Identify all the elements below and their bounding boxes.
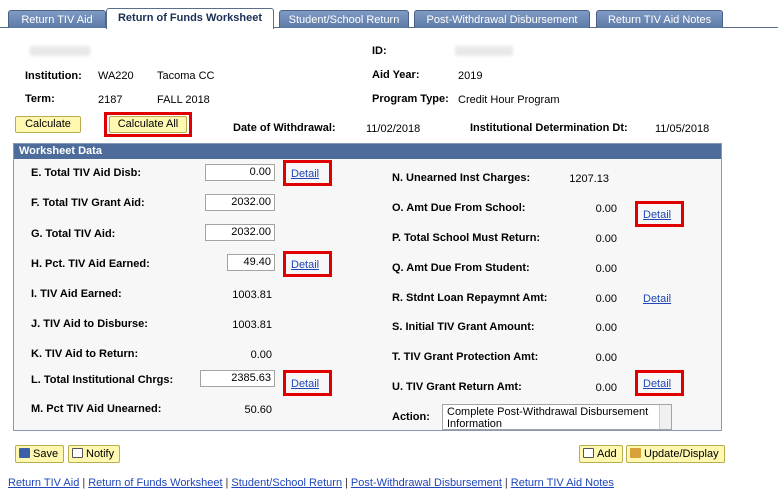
amt-due-from-school-value: 0.00 — [595, 203, 617, 215]
tiv-grant-return-amt-value: 0.00 — [595, 382, 617, 394]
tab-post-withdrawal-disbursement[interactable]: Post-Withdrawal Disbursement — [414, 10, 590, 28]
total-tiv-aid-field[interactable]: 2032.00 — [205, 224, 275, 241]
total-tiv-aid-disb-field[interactable]: 0.00 — [205, 164, 275, 181]
tab-bar: Return TIV Aid Return of Funds Worksheet… — [0, 0, 778, 29]
worksheet-header: Worksheet Data — [14, 144, 721, 159]
row-f-label: F. Total TIV Grant Aid: — [31, 197, 145, 209]
tab-student-school-return[interactable]: Student/School Return — [279, 10, 409, 28]
notify-icon — [72, 448, 83, 458]
institution-name: Tacoma CC — [157, 70, 215, 82]
add-icon — [583, 448, 594, 458]
footer-separator: | — [504, 477, 508, 489]
footer-separator: | — [82, 477, 86, 489]
pct-tiv-aid-unearned-value: 50.60 — [244, 404, 272, 416]
row-k-label: K. TIV Aid to Return: — [31, 348, 139, 360]
row-n-label: N. Unearned Inst Charges: — [392, 172, 531, 184]
row-u-label: U. TIV Grant Return Amt: — [392, 381, 522, 393]
withdrawal-date-value: 11/02/2018 — [366, 123, 421, 135]
textarea-scrollbar[interactable] — [659, 405, 671, 429]
footer-separator: | — [345, 477, 348, 489]
detail-link-o[interactable]: Detail — [643, 209, 671, 221]
withdrawal-date-label: Date of Withdrawal: — [233, 122, 336, 134]
save-icon — [19, 448, 30, 458]
term-code: 2187 — [98, 94, 123, 106]
row-p-label: P. Total School Must Return: — [392, 232, 541, 244]
save-button[interactable]: Save — [15, 445, 65, 463]
stdnt-loan-repaymnt-value: 0.00 — [595, 293, 617, 305]
save-label: Save — [33, 448, 59, 460]
student-name-redacted — [30, 46, 90, 56]
detail-link-r[interactable]: Detail — [643, 293, 671, 305]
student-id-redacted — [455, 46, 513, 56]
add-button[interactable]: Add — [579, 445, 623, 463]
notify-label: Notify — [86, 448, 115, 460]
tab-return-tiv-aid-notes[interactable]: Return TIV Aid Notes — [596, 10, 723, 28]
unearned-inst-charges-value: 1207.13 — [569, 173, 609, 185]
detail-link-l[interactable]: Detail — [291, 378, 319, 390]
aid-year-value: 2019 — [458, 70, 483, 82]
worksheet-panel: Worksheet Data E. Total TIV Aid Disb: 0.… — [13, 143, 722, 431]
tiv-grant-protection-amt-value: 0.00 — [595, 352, 617, 364]
term-name: FALL 2018 — [157, 94, 210, 106]
pct-tiv-aid-earned-field[interactable]: 49.40 — [227, 254, 275, 271]
tiv-aid-to-return-value: 0.00 — [250, 349, 272, 361]
institution-code: WA220 — [98, 70, 134, 82]
row-s-label: S. Initial TIV Grant Amount: — [392, 321, 535, 333]
total-institutional-chrgs-field[interactable]: 2385.63 — [200, 370, 275, 387]
calculate-button[interactable]: Calculate — [15, 116, 81, 133]
action-label: Action: — [392, 411, 430, 423]
add-label: Add — [597, 448, 617, 460]
inst-determination-value: 11/05/2018 — [655, 123, 710, 135]
update-display-label: Update/Display — [644, 448, 719, 460]
tiv-aid-to-disburse-value: 1003.81 — [232, 319, 272, 331]
footer-link-post-withdrawal-disbursement[interactable]: Post-Withdrawal Disbursement — [351, 477, 502, 489]
program-type-value: Credit Hour Program — [458, 94, 560, 106]
action-textarea[interactable]: Complete Post-Withdrawal Disbursement In… — [442, 404, 672, 430]
initial-tiv-grant-amount-value: 0.00 — [595, 322, 617, 334]
row-e-label: E. Total TIV Aid Disb: — [31, 167, 141, 179]
total-school-must-return-value: 0.00 — [595, 233, 617, 245]
footer-link-return-tiv-aid[interactable]: Return TIV Aid — [8, 477, 79, 489]
update-display-icon — [630, 448, 641, 458]
program-type-label: Program Type: — [372, 93, 449, 105]
footer-link-student-school-return[interactable]: Student/School Return — [231, 477, 342, 489]
action-text: Complete Post-Withdrawal Disbursement In… — [447, 406, 649, 430]
detail-link-h[interactable]: Detail — [291, 259, 319, 271]
tab-return-of-funds-worksheet[interactable]: Return of Funds Worksheet — [106, 8, 274, 29]
amt-due-from-student-value: 0.00 — [595, 263, 617, 275]
row-o-label: O. Amt Due From School: — [392, 202, 526, 214]
detail-link-e[interactable]: Detail — [291, 168, 319, 180]
footer-link-return-tiv-aid-notes[interactable]: Return TIV Aid Notes — [511, 477, 614, 489]
calculate-all-button[interactable]: Calculate All — [109, 116, 187, 133]
tiv-aid-earned-value: 1003.81 — [232, 289, 272, 301]
notify-button[interactable]: Notify — [68, 445, 121, 463]
aid-year-label: Aid Year: — [372, 69, 420, 81]
row-r-label: R. Stdnt Loan Repaymnt Amt: — [392, 292, 548, 304]
detail-link-u[interactable]: Detail — [643, 378, 671, 390]
row-l-label: L. Total Institutional Chrgs: — [31, 374, 174, 386]
term-label: Term: — [25, 93, 55, 105]
tab-return-tiv-aid[interactable]: Return TIV Aid — [8, 10, 106, 28]
inst-determination-label: Institutional Determination Dt: — [470, 122, 628, 134]
footer-nav: Return TIV Aid | Return of Funds Worksheet… — [8, 477, 614, 489]
row-h-label: H. Pct. TIV Aid Earned: — [31, 258, 150, 270]
update-display-button[interactable]: Update/Display — [626, 445, 725, 463]
row-q-label: Q. Amt Due From Student: — [392, 262, 530, 274]
row-t-label: T. TIV Grant Protection Amt: — [392, 351, 539, 363]
row-m-label: M. Pct TIV Aid Unearned: — [31, 403, 162, 415]
row-g-label: G. Total TIV Aid: — [31, 228, 116, 240]
footer-link-return-of-funds-worksheet[interactable]: Return of Funds Worksheet — [88, 477, 222, 489]
institution-label: Institution: — [25, 70, 82, 82]
total-tiv-grant-aid-field[interactable]: 2032.00 — [205, 194, 275, 211]
id-label: ID: — [372, 45, 387, 57]
row-i-label: I. TIV Aid Earned: — [31, 288, 122, 300]
row-j-label: J. TIV Aid to Disburse: — [31, 318, 148, 330]
